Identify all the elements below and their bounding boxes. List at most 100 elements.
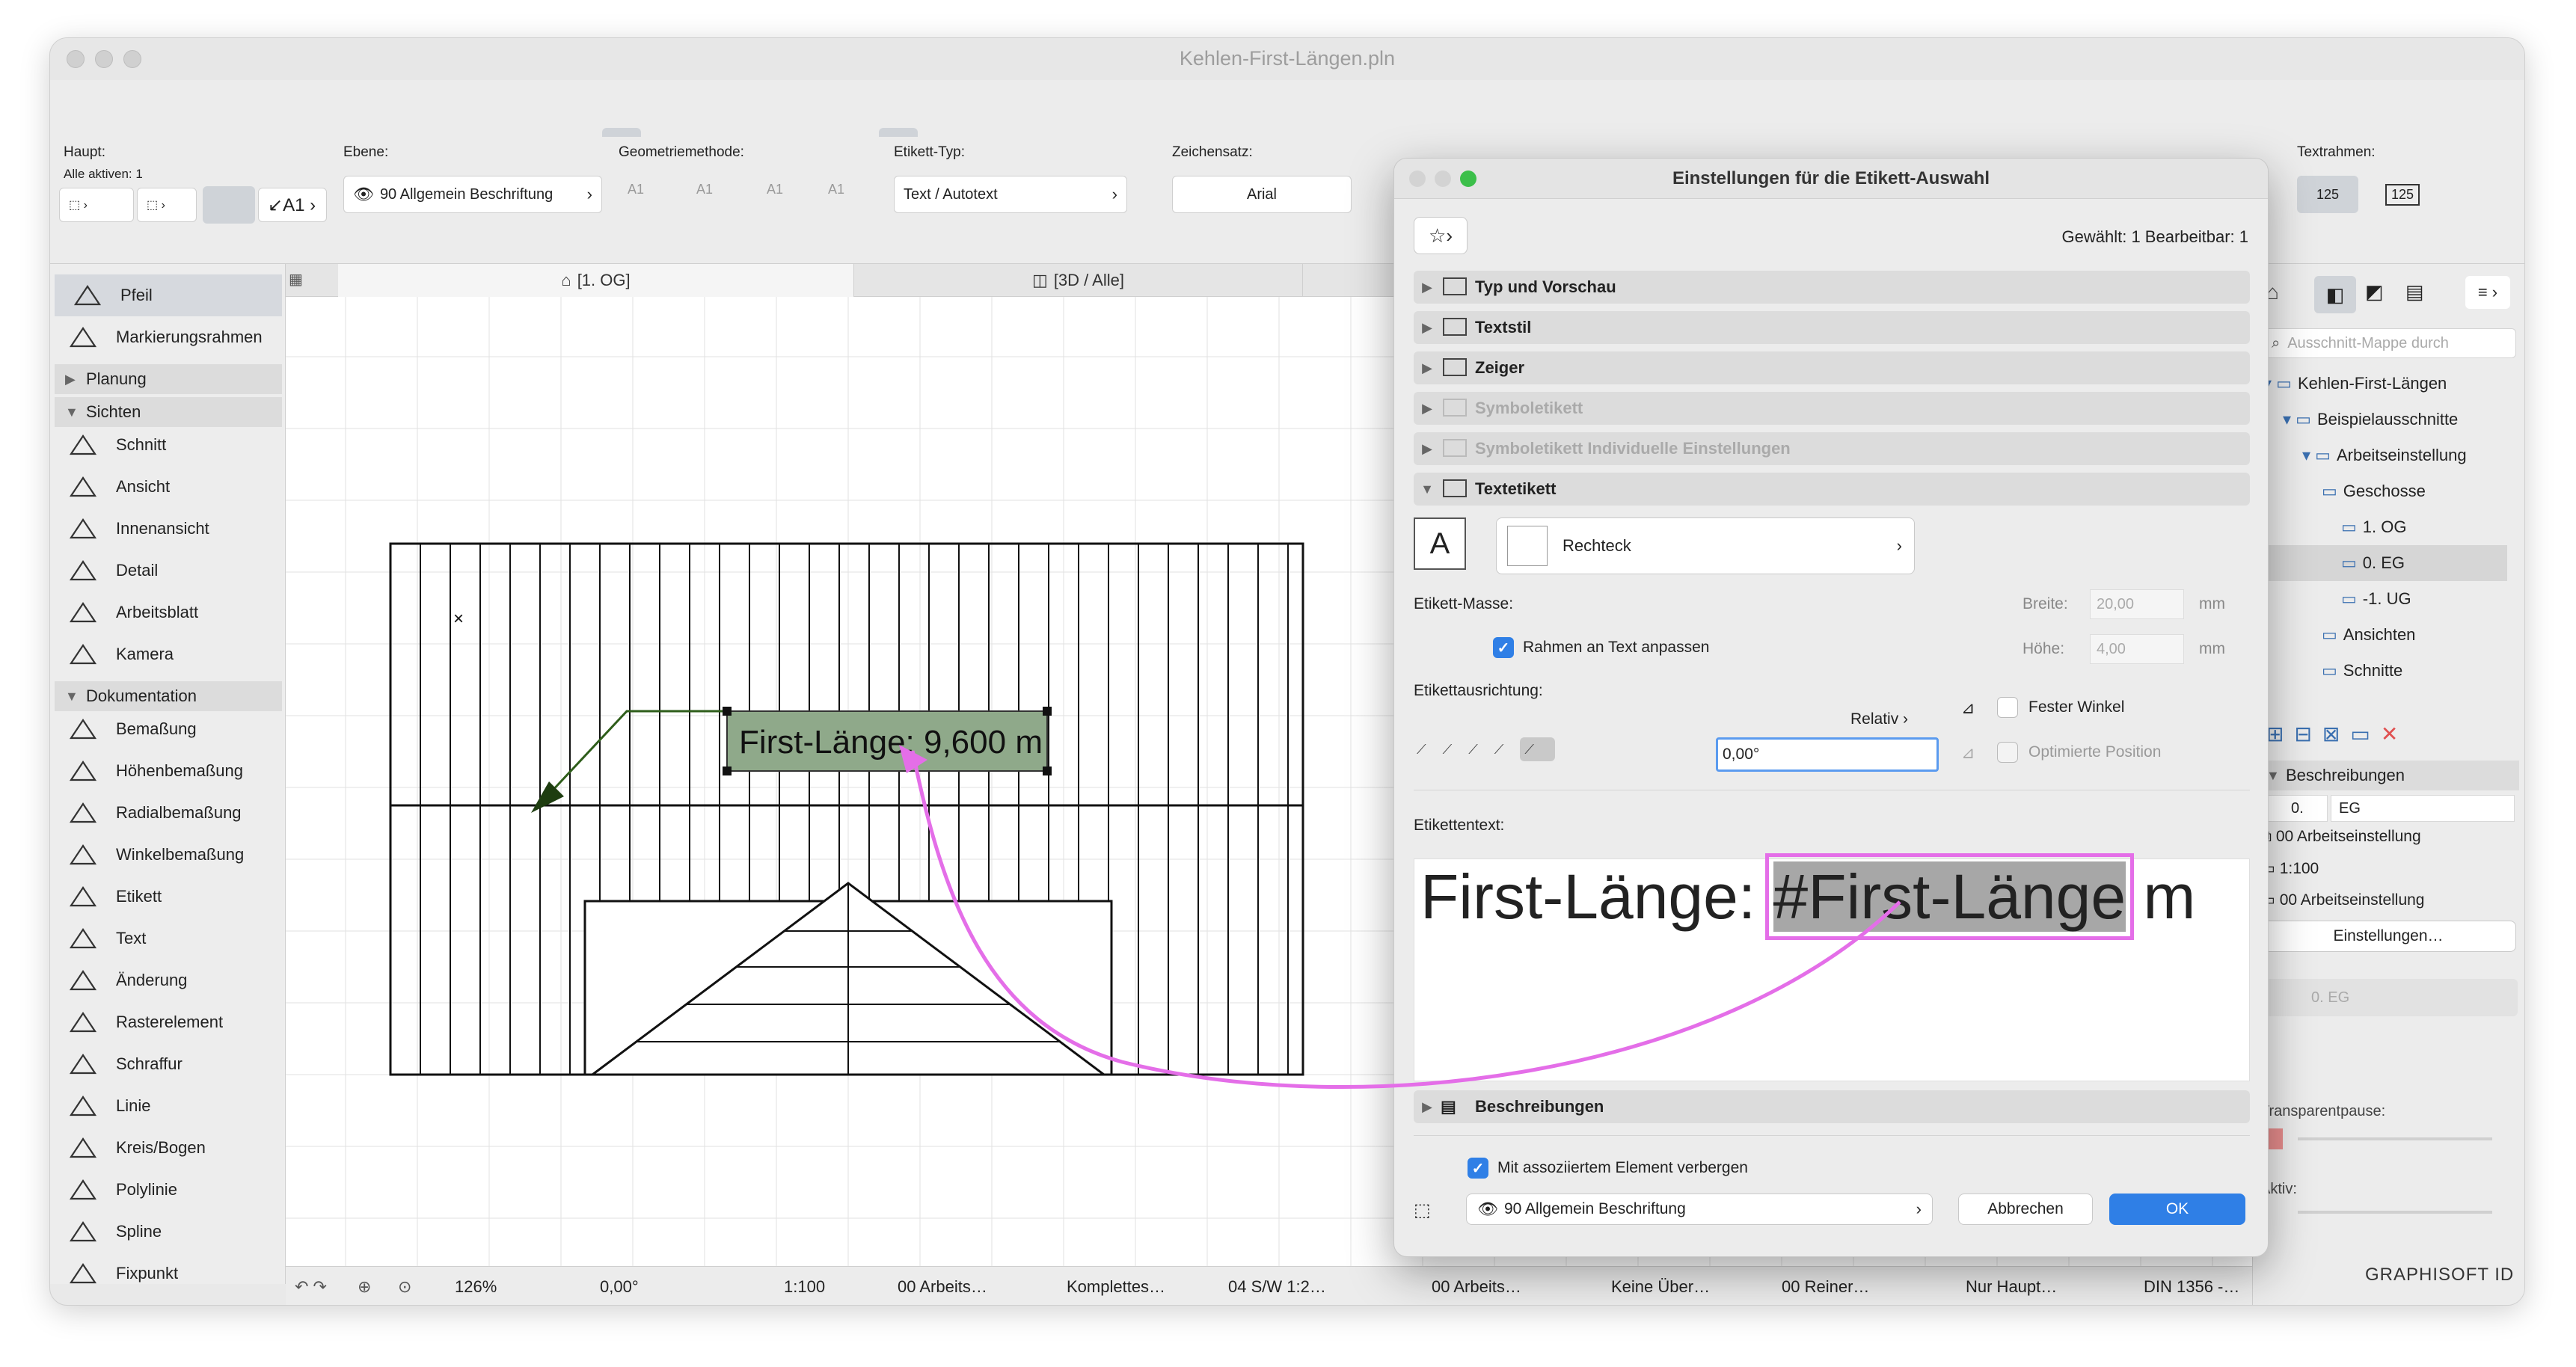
label-text-content[interactable]: First-Länge: #First-Länge m — [1420, 853, 2195, 940]
angle-input[interactable]: 0,00° — [1716, 737, 1939, 772]
status-item-3[interactable]: 04 S/W 1:2… — [1228, 1267, 1326, 1305]
status-item-4[interactable]: 00 Arbeits… — [1432, 1267, 1521, 1305]
zoom-fit-icon[interactable]: ⊙ — [398, 1267, 411, 1305]
tree-item[interactable]: ▭ Schnitte — [2253, 653, 2507, 689]
tool-etikett[interactable]: Etikett — [50, 876, 286, 918]
nav-menu-button[interactable]: ≡ › — [2465, 276, 2510, 309]
tab-1-og[interactable]: ⌂ [1. OG] — [338, 264, 854, 297]
tool-pfeil[interactable]: Pfeil — [55, 274, 282, 316]
ok-button[interactable]: OK — [2109, 1194, 2245, 1225]
favorites-button[interactable]: ☆ › — [1414, 217, 1468, 254]
section-sichten[interactable]: ▼ Sichten — [55, 397, 282, 427]
label-tool-button[interactable]: ↙A1 › — [258, 188, 327, 222]
section-textetikett[interactable]: ▼ Textetikett — [1414, 473, 2250, 506]
tab-3d[interactable]: ◫ [3D / Alle] — [854, 264, 1303, 297]
zoom-back-icon[interactable]: ↶ ↷ — [295, 1267, 327, 1305]
hide-assoc-checkbox[interactable]: ✓ — [1468, 1158, 1488, 1179]
zoom-value[interactable]: 126% — [455, 1267, 497, 1305]
project-map-icon[interactable]: ⌂ — [2266, 280, 2296, 310]
section-symboletikett-individuelle-einstellungen[interactable]: ▶ Symboletikett Individuelle Einstellunge… — [1414, 432, 2250, 465]
tool-arbeitsblatt[interactable]: Arbeitsblatt — [50, 592, 286, 633]
textframe-none-button[interactable]: 125 — [2297, 176, 2358, 213]
status-item-1[interactable]: 00 Arbeits… — [898, 1267, 987, 1305]
tree-item[interactable]: ▭ Ansichten — [2253, 617, 2507, 653]
tool-polylinie[interactable]: Polylinie — [50, 1169, 286, 1211]
tool-radialbemaßung[interactable]: Radialbemaßung — [50, 792, 286, 834]
relative-dropdown[interactable]: Relativ › — [1850, 710, 1908, 728]
selection-filter[interactable]: ⬚ › — [59, 188, 134, 222]
geometry-multi-icon[interactable]: A1 — [828, 182, 861, 212]
transparent-slider[interactable] — [2298, 1137, 2492, 1140]
section-textstil[interactable]: ▶ Textstil — [1414, 311, 2250, 344]
tab-overview-icon[interactable]: ▦ — [289, 270, 322, 292]
label-type-select[interactable]: Text / Autotext › — [894, 176, 1127, 213]
autotext-field[interactable]: #First-Länge — [1764, 853, 2135, 940]
label-text-editor[interactable]: First-Länge: #First-Länge m — [1414, 853, 2250, 1081]
tree-item[interactable]: ▭ 0. EG — [2253, 545, 2507, 581]
section-planung[interactable]: ▶ Planung — [55, 364, 282, 394]
height-input[interactable]: 4,00 — [2090, 634, 2184, 664]
view-tools-icons[interactable]: ⊞⊟⊠▭✕ — [2266, 722, 2521, 752]
tool-änderung[interactable]: Änderung — [50, 959, 286, 1001]
canvas-label-text[interactable]: First-Länge: 9,600 m — [739, 724, 1043, 761]
tree-item[interactable]: ▾ ▭ Kehlen-First-Längen — [2253, 366, 2507, 402]
tool-winkelbemaßung[interactable]: Winkelbemaßung — [50, 834, 286, 876]
descriptions-section-header[interactable]: ▶ ▤ Beschreibungen — [1414, 1090, 2250, 1123]
section-zeiger[interactable]: ▶ Zeiger — [1414, 351, 2250, 384]
tree-item[interactable]: ▾ ▭ Beispielausschnitte — [2253, 402, 2507, 437]
optimized-position-checkbox[interactable] — [1997, 742, 2018, 763]
layer-field[interactable]: 0. EG — [2259, 979, 2518, 1016]
textframe-box-button[interactable]: 125 — [2372, 176, 2433, 213]
tool-ansicht[interactable]: Ansicht — [50, 466, 286, 508]
descriptions-section[interactable]: ▼ Beschreibungen — [2257, 761, 2519, 790]
cancel-button[interactable]: Abbrechen — [1958, 1194, 2093, 1225]
geometry-straight-icon[interactable]: A1 — [696, 182, 729, 212]
fixed-angle-checkbox[interactable] — [1997, 697, 2018, 718]
section-symboletikett[interactable]: ▶ Symboletikett — [1414, 392, 2250, 425]
magic-wand-button[interactable] — [203, 186, 255, 224]
geometry-single-icon[interactable]: A1 — [628, 182, 660, 212]
view-id-name[interactable]: EG — [2331, 795, 2515, 822]
status-item-5[interactable]: Keine Über… — [1611, 1267, 1710, 1305]
tool-markierungsrahmen[interactable]: Markierungsrahmen — [50, 316, 286, 358]
status-item-8[interactable]: DIN 1356 -… — [2144, 1267, 2239, 1305]
status-item-6[interactable]: 00 Reiner… — [1782, 1267, 1869, 1305]
width-input[interactable]: 20,00 — [2090, 589, 2184, 619]
tool-kamera[interactable]: Kamera — [50, 633, 286, 675]
section-dokumentation[interactable]: ▼ Dokumentation — [55, 681, 282, 711]
tool-text[interactable]: Text — [50, 918, 286, 959]
publisher-icon[interactable]: ▤ — [2405, 280, 2435, 310]
orientation-options[interactable]: ⟋⟋⟋⟋ ⟋ — [1417, 737, 1641, 778]
settings-button[interactable]: Einstellungen… — [2260, 921, 2516, 952]
view-map-icon[interactable]: ◧ — [2314, 276, 2356, 313]
frame-shape-select[interactable]: Rechteck › — [1496, 517, 1915, 574]
status-item-2[interactable]: Komplettes… — [1067, 1267, 1165, 1305]
section-typ-und-vorschau[interactable]: ▶ Typ und Vorschau — [1414, 271, 2250, 304]
tree-item[interactable]: ▭ Geschosse — [2253, 473, 2507, 509]
marquee-filter[interactable]: ⬚ › — [137, 188, 197, 222]
tool-höhenbemaßung[interactable]: Höhenbemaßung — [50, 750, 286, 792]
tool-innenansicht[interactable]: Innenansicht — [50, 508, 286, 550]
font-select[interactable]: Arial — [1172, 176, 1352, 213]
layer-select[interactable]: 👁 90 Allgemein Beschriftung › — [343, 176, 602, 213]
fit-frame-checkbox[interactable]: ✓ — [1493, 637, 1514, 658]
tool-schnitt[interactable]: Schnitt — [50, 424, 286, 466]
tool-bemaßung[interactable]: Bemaßung — [50, 708, 286, 750]
view-id-number[interactable]: 0. — [2260, 795, 2328, 822]
tool-schraffur[interactable]: Schraffur — [50, 1043, 286, 1085]
active-slider[interactable] — [2298, 1211, 2492, 1214]
status-item-7[interactable]: Nur Haupt… — [1966, 1267, 2057, 1305]
tree-item[interactable]: ▾ ▭ Arbeitseinstellung — [2253, 437, 2507, 473]
angle-value[interactable]: 0,00° — [600, 1267, 639, 1305]
tool-detail[interactable]: Detail — [50, 550, 286, 592]
zoom-in-icon[interactable]: ⊕ — [358, 1267, 371, 1305]
scale-value[interactable]: 1:100 — [784, 1267, 825, 1305]
tool-fixpunkt[interactable]: Fixpunkt — [50, 1253, 286, 1294]
geometry-bent-icon[interactable]: A1 — [767, 182, 800, 212]
tool-linie[interactable]: Linie — [50, 1085, 286, 1127]
tree-item[interactable]: ▭ -1. UG — [2253, 581, 2507, 617]
tool-rasterelement[interactable]: Rasterelement — [50, 1001, 286, 1043]
tree-item[interactable]: ▭ 1. OG — [2253, 509, 2507, 545]
tool-kreis-bogen[interactable]: Kreis/Bogen — [50, 1127, 286, 1169]
tool-spline[interactable]: Spline — [50, 1211, 286, 1253]
